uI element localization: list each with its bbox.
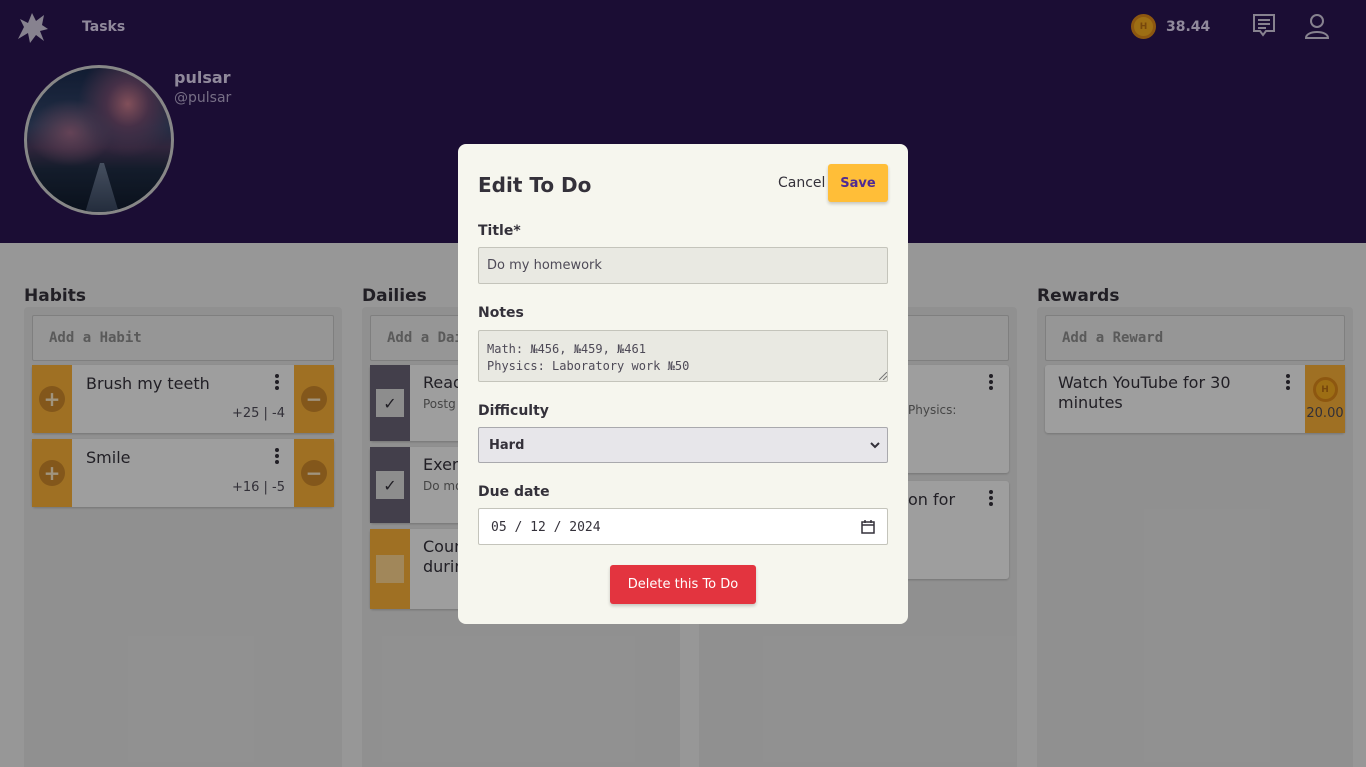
calendar-icon[interactable] [861, 520, 875, 534]
difficulty-value: Hard [489, 438, 525, 453]
due-date-input[interactable]: 05 / 12 / 2024 [478, 508, 888, 545]
notes-label: Notes [478, 305, 524, 321]
notes-textarea[interactable]: Math: №456, №459, №461 Physics: Laborato… [478, 330, 888, 382]
cancel-button[interactable]: Cancel [778, 175, 825, 191]
delete-todo-button[interactable]: Delete this To Do [610, 565, 756, 604]
edit-todo-modal: Edit To Do Cancel Save Title* Do my home… [458, 144, 908, 624]
difficulty-label: Difficulty [478, 403, 549, 419]
due-date-label: Due date [478, 484, 550, 500]
title-field[interactable]: Do my homework [478, 247, 888, 284]
due-date-value: 05 / 12 / 2024 [491, 520, 601, 535]
chevron-down-icon [870, 442, 880, 449]
save-button[interactable]: Save [828, 164, 888, 202]
title-label: Title* [478, 223, 521, 239]
resize-handle-icon[interactable] [879, 372, 887, 380]
difficulty-select[interactable]: Hard [478, 427, 888, 463]
modal-title: Edit To Do [478, 173, 592, 197]
